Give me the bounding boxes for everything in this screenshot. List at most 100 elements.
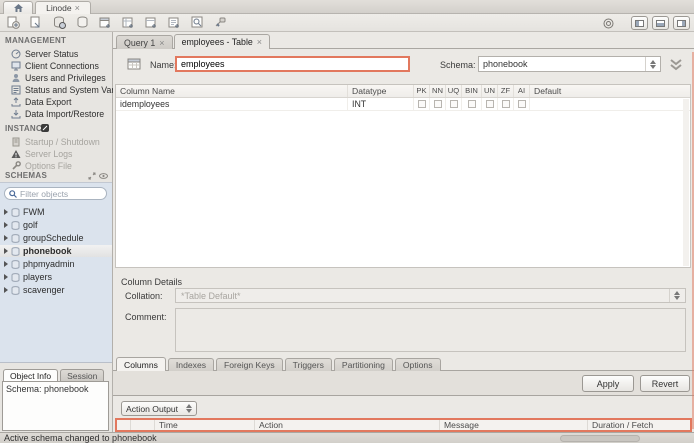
- info-tab-bar: Object Info Session: [0, 368, 113, 381]
- schema-select[interactable]: phonebook: [478, 56, 661, 72]
- tab-query-1[interactable]: Query 1 ×: [116, 35, 173, 49]
- expander-icon[interactable]: [4, 235, 8, 241]
- tab-columns[interactable]: Columns: [116, 357, 166, 371]
- collapse-double-chevron-icon[interactable]: [669, 58, 683, 71]
- header-column-name[interactable]: Column Name: [116, 85, 348, 97]
- schema-item-groupschedule[interactable]: groupSchedule: [0, 232, 112, 244]
- cell-column-name[interactable]: idemployees: [116, 98, 348, 110]
- output-col-time[interactable]: Time: [155, 420, 255, 430]
- new-query-tab-icon[interactable]: [4, 15, 22, 30]
- comment-textarea[interactable]: [175, 308, 686, 352]
- schema-item-phonebook[interactable]: phonebook: [0, 245, 112, 257]
- header-zf[interactable]: ZF: [498, 85, 514, 97]
- checkbox-nn[interactable]: [430, 98, 446, 110]
- header-ai[interactable]: AI: [514, 85, 530, 97]
- schema-item-label: golf: [23, 220, 38, 230]
- expander-icon[interactable]: [4, 274, 8, 280]
- sidebar-item-startup-shutdown[interactable]: Startup / Shutdown: [0, 136, 113, 148]
- expander-icon[interactable]: [4, 287, 8, 293]
- eye-icon[interactable]: [99, 172, 108, 180]
- sidebar-item-server-status[interactable]: Server Status: [0, 48, 113, 60]
- open-connection-icon[interactable]: [50, 15, 68, 30]
- table-name-input[interactable]: [175, 56, 410, 72]
- header-nn[interactable]: NN: [430, 85, 446, 97]
- tab-object-info[interactable]: Object Info: [3, 369, 58, 381]
- checkbox-uq[interactable]: [446, 98, 462, 110]
- apply-button[interactable]: Apply: [582, 375, 634, 392]
- expander-icon[interactable]: [4, 222, 8, 228]
- sidebar-item-users-privileges[interactable]: Users and Privileges: [0, 72, 113, 84]
- schema-filter-input[interactable]: [20, 189, 102, 199]
- collation-select[interactable]: *Table Default*: [175, 288, 686, 303]
- tab-options[interactable]: Options: [395, 358, 441, 371]
- expander-icon[interactable]: [4, 248, 8, 254]
- tab-foreign-keys[interactable]: Foreign Keys: [216, 358, 283, 371]
- expand-icon[interactable]: [88, 172, 96, 180]
- cell-datatype[interactable]: INT: [348, 98, 414, 110]
- progress-pill: [560, 435, 640, 442]
- tab-employees-table[interactable]: employees - Table ×: [174, 34, 271, 49]
- toggle-right-sidebar-button[interactable]: [673, 16, 690, 30]
- output-type-select[interactable]: Action Output: [121, 401, 197, 416]
- header-pk[interactable]: PK: [414, 85, 430, 97]
- status-circle-icon[interactable]: [599, 16, 617, 31]
- close-icon[interactable]: ×: [159, 39, 164, 47]
- schema-item-phpmyadmin[interactable]: phpmyadmin: [0, 258, 112, 270]
- toggle-left-sidebar-button[interactable]: [631, 16, 648, 30]
- columns-grid: Column Name Datatype PK NN UQ BIN UN ZF …: [115, 84, 691, 268]
- output-col-message[interactable]: Message: [440, 420, 588, 430]
- header-datatype[interactable]: Datatype: [348, 85, 414, 97]
- sidebar-item-data-import[interactable]: Data Import/Restore: [0, 108, 113, 120]
- action-output-header: Time Action Message Duration / Fetch: [115, 418, 692, 432]
- create-table-icon[interactable]: [119, 15, 137, 30]
- home-tab[interactable]: [3, 1, 33, 14]
- schema-cylinder-icon: [11, 260, 20, 269]
- toggle-bottom-panel-button[interactable]: [652, 16, 669, 30]
- expander-icon[interactable]: [4, 261, 8, 267]
- gauge-icon: [10, 49, 21, 59]
- schema-item-scavenger[interactable]: scavenger: [0, 284, 112, 296]
- search-table-icon[interactable]: [188, 15, 206, 30]
- checkbox-zf[interactable]: [498, 98, 514, 110]
- database-icon[interactable]: [73, 15, 91, 30]
- tab-partitioning[interactable]: Partitioning: [334, 358, 393, 371]
- create-view-icon[interactable]: [142, 15, 160, 30]
- sidebar-item-server-logs[interactable]: Server Logs: [0, 148, 113, 160]
- checkbox-bin[interactable]: [462, 98, 482, 110]
- sidebar-item-data-export[interactable]: Data Export: [0, 96, 113, 108]
- reconnect-icon[interactable]: [211, 15, 229, 30]
- checkbox-ai[interactable]: [514, 98, 530, 110]
- table-icon: [127, 58, 141, 70]
- header-un[interactable]: UN: [482, 85, 498, 97]
- tab-indexes[interactable]: Indexes: [168, 358, 214, 371]
- revert-button[interactable]: Revert: [640, 375, 690, 392]
- header-uq[interactable]: UQ: [446, 85, 462, 97]
- schema-item-golf[interactable]: golf: [0, 219, 112, 231]
- tab-label: Query 1: [124, 38, 155, 48]
- sidebar-item-status-system-variables[interactable]: Status and System Variables: [0, 84, 113, 96]
- tab-session[interactable]: Session: [60, 369, 104, 381]
- connection-tab-linode[interactable]: Linode ×: [35, 1, 91, 14]
- sidebar-item-client-connections[interactable]: Client Connections: [0, 60, 113, 72]
- checkbox-un[interactable]: [482, 98, 498, 110]
- output-col-action[interactable]: Action: [255, 420, 440, 430]
- output-col-duration[interactable]: Duration / Fetch: [588, 420, 690, 430]
- management-section-title: MANAGEMENT: [5, 36, 66, 45]
- cell-default[interactable]: [530, 98, 690, 110]
- schema-item-fwm[interactable]: FWM: [0, 206, 112, 218]
- schema-item-players[interactable]: players: [0, 271, 112, 283]
- column-row-idemployees[interactable]: idemployees INT: [116, 98, 690, 111]
- create-routine-icon[interactable]: [165, 15, 183, 30]
- header-default[interactable]: Default: [530, 85, 690, 97]
- instance-config-icon[interactable]: [40, 123, 50, 133]
- checkbox-pk[interactable]: [414, 98, 430, 110]
- close-icon[interactable]: ×: [257, 38, 262, 46]
- grid-vertical-scrollbar[interactable]: [683, 99, 689, 266]
- open-sql-file-icon[interactable]: [27, 15, 45, 30]
- create-schema-icon[interactable]: [96, 15, 114, 30]
- user-icon: [10, 73, 21, 83]
- expander-icon[interactable]: [4, 209, 8, 215]
- close-icon[interactable]: ×: [75, 4, 80, 12]
- header-bin[interactable]: BIN: [462, 85, 482, 97]
- tab-triggers[interactable]: Triggers: [285, 358, 332, 371]
